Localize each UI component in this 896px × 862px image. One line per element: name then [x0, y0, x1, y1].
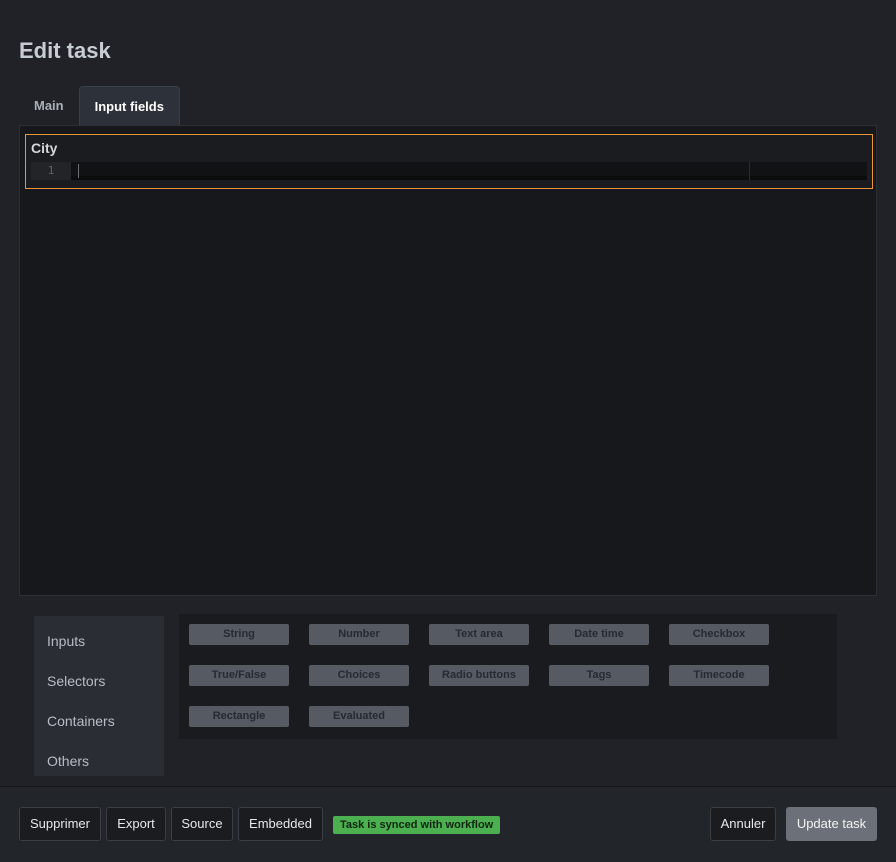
palette-items: String Number Text area Date time Checkb…: [179, 614, 837, 739]
palette-item-choices[interactable]: Choices: [309, 665, 409, 686]
palette-item-true-false[interactable]: True/False: [189, 665, 289, 686]
category-inputs[interactable]: Inputs: [47, 633, 85, 649]
text-cursor: [78, 164, 79, 178]
palette-item-evaluated[interactable]: Evaluated: [309, 706, 409, 727]
tab-input-fields[interactable]: Input fields: [78, 86, 180, 125]
category-others[interactable]: Others: [47, 753, 89, 769]
form-editor-canvas[interactable]: City 1: [19, 125, 877, 596]
palette-item-string[interactable]: String: [189, 624, 289, 645]
palette-item-tags[interactable]: Tags: [549, 665, 649, 686]
palette-item-text-area[interactable]: Text area: [429, 624, 529, 645]
palette-item-date-time[interactable]: Date time: [549, 624, 649, 645]
palette-categories: Inputs Selectors Containers Others: [34, 616, 164, 776]
tab-main[interactable]: Main: [19, 86, 79, 125]
modal-title: Edit task: [19, 38, 111, 63]
embedded-button[interactable]: Embedded: [238, 807, 323, 841]
export-button[interactable]: Export: [106, 807, 166, 841]
palette-item-radio-buttons[interactable]: Radio buttons: [429, 665, 529, 686]
field-label: City: [31, 140, 58, 156]
palette-item-number[interactable]: Number: [309, 624, 409, 645]
tab-bar: Main Input fields: [19, 86, 180, 125]
source-button[interactable]: Source: [171, 807, 233, 841]
sync-status-badge: Task is synced with workflow: [333, 816, 501, 834]
palette-item-rectangle[interactable]: Rectangle: [189, 706, 289, 727]
cancel-button[interactable]: Annuler: [710, 807, 776, 841]
code-editor-input[interactable]: 1: [31, 162, 867, 180]
palette-item-checkbox[interactable]: Checkbox: [669, 624, 769, 645]
update-task-button[interactable]: Update task: [786, 807, 877, 841]
delete-button[interactable]: Supprimer: [19, 807, 101, 841]
category-containers[interactable]: Containers: [47, 713, 115, 729]
palette-item-timecode[interactable]: Timecode: [669, 665, 769, 686]
editor-ruler: [749, 162, 750, 180]
line-number: 1: [31, 162, 71, 180]
category-selectors[interactable]: Selectors: [47, 673, 105, 689]
field-block-city[interactable]: City 1: [25, 134, 873, 189]
